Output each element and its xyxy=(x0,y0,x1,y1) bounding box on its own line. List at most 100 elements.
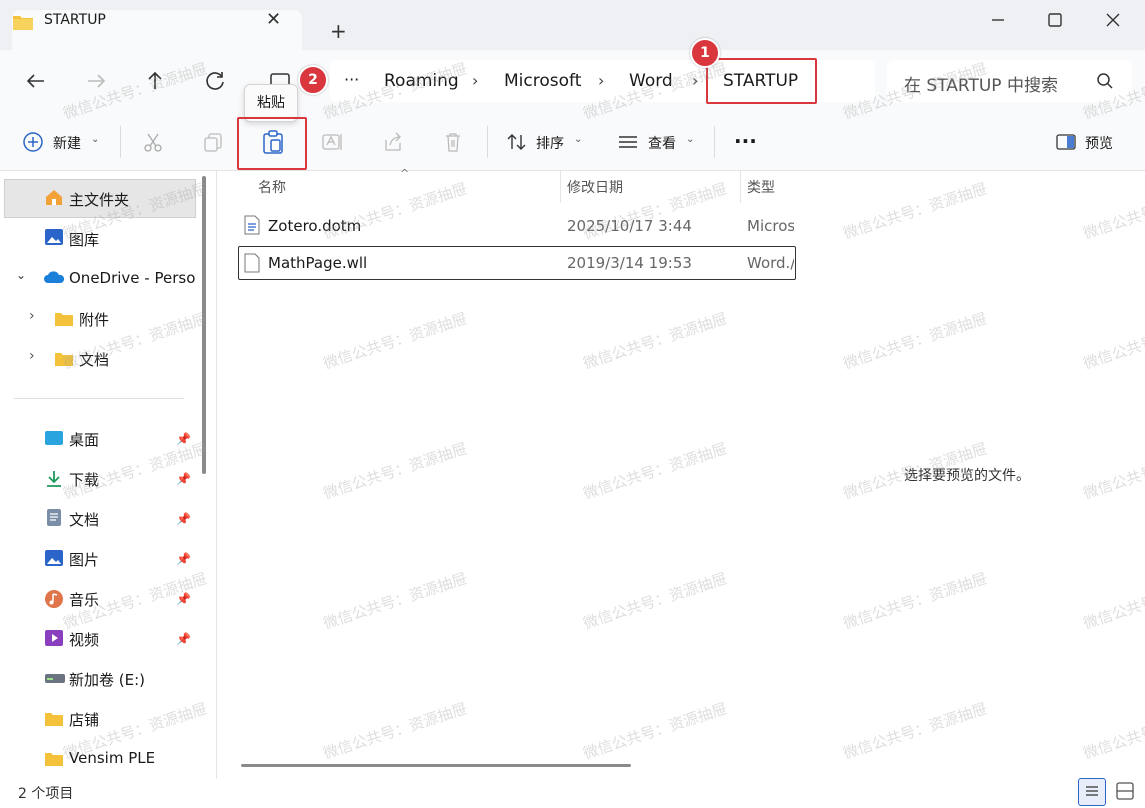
toolbar-divider xyxy=(120,126,121,158)
sidebar-item-desktop[interactable]: 桌面 xyxy=(69,429,99,450)
pin-icon: 📌 xyxy=(176,512,191,526)
sidebar-item-documents[interactable]: 文档 xyxy=(69,509,99,530)
rename-icon[interactable] xyxy=(321,131,345,153)
copy-icon[interactable] xyxy=(202,131,224,153)
word-document-icon xyxy=(244,215,260,235)
folder-icon xyxy=(12,12,34,32)
file-name[interactable]: MathPage.wll xyxy=(268,254,367,272)
command-bar xyxy=(0,112,1145,171)
details-view-toggle[interactable] xyxy=(1078,778,1106,806)
watermark-text: 微信公共号：资源抽屉 xyxy=(581,699,730,763)
details-view-icon xyxy=(1086,786,1098,796)
column-header-type[interactable]: 类型 xyxy=(747,177,775,197)
column-header-name[interactable]: 名称 xyxy=(258,177,286,197)
watermark-text: 微信公共号：资源抽屉 xyxy=(1081,309,1145,373)
chevron-down-icon: ⌄ xyxy=(574,134,583,145)
window-close-icon[interactable] xyxy=(1101,10,1125,30)
plus-circle-icon[interactable] xyxy=(22,131,44,153)
chevron-right-icon[interactable]: › xyxy=(29,308,35,324)
pin-icon: 📌 xyxy=(176,552,191,566)
watermark-text: 微信公共号：资源抽屉 xyxy=(321,569,470,633)
pictures-icon xyxy=(44,549,64,567)
sort-button[interactable]: 排序 xyxy=(536,133,564,153)
back-arrow-icon[interactable] xyxy=(22,67,50,95)
tab-close-icon[interactable]: ✕ xyxy=(266,10,281,30)
column-divider[interactable] xyxy=(740,171,741,203)
up-arrow-icon[interactable] xyxy=(141,67,169,95)
search-icon[interactable] xyxy=(1096,72,1114,90)
document-icon xyxy=(46,508,62,527)
sidebar-item-attachments[interactable]: 附件 xyxy=(79,309,109,330)
chevron-right-icon: › xyxy=(692,71,699,90)
new-button[interactable]: 新建 xyxy=(53,133,81,153)
sidebar-item-music[interactable]: 音乐 xyxy=(69,589,99,610)
tiles-view-icon[interactable] xyxy=(1113,779,1137,803)
forward-arrow-icon[interactable] xyxy=(82,67,110,95)
annotation-badge-1: 1 xyxy=(690,38,720,68)
pin-icon: 📌 xyxy=(176,632,191,646)
watermark-text: 微信公共号：资源抽屉 xyxy=(841,179,990,243)
sidebar-item-shop[interactable]: 店铺 xyxy=(69,709,99,730)
toolbar-divider xyxy=(487,126,488,158)
refresh-icon[interactable] xyxy=(201,67,229,95)
watermark-text: 微信公共号：资源抽屉 xyxy=(1081,699,1145,763)
chevron-down-icon[interactable]: ⌄ xyxy=(16,268,26,282)
sidebar-item-downloads[interactable]: 下载 xyxy=(69,469,99,490)
horizontal-scrollbar[interactable] xyxy=(241,764,631,767)
watermark-text: 微信公共号：资源抽屉 xyxy=(321,699,470,763)
watermark-text: 微信公共号：资源抽屉 xyxy=(581,309,730,373)
cut-icon[interactable] xyxy=(142,131,164,153)
new-tab-button[interactable]: + xyxy=(330,20,347,42)
tab-title: STARTUP xyxy=(44,12,106,28)
annotation-badge-2: 2 xyxy=(298,65,328,95)
breadcrumb-more[interactable]: ··· xyxy=(344,70,359,89)
watermark-text: 微信公共号：资源抽屉 xyxy=(841,569,990,633)
file-name[interactable]: Zotero.dotm xyxy=(268,217,361,235)
chevron-right-icon[interactable]: › xyxy=(29,348,35,364)
preview-pane-icon[interactable] xyxy=(1055,133,1077,151)
sidebar-item-videos[interactable]: 视频 xyxy=(69,629,99,650)
preview-button[interactable]: 预览 xyxy=(1085,133,1113,153)
breadcrumb-microsoft[interactable]: Microsoft xyxy=(504,71,581,91)
sidebar-item-onedrive-documents[interactable]: 文档 xyxy=(79,349,109,370)
folder-icon xyxy=(54,311,74,327)
file-date: 2019/3/14 19:53 xyxy=(567,254,692,272)
sidebar-divider xyxy=(14,398,184,399)
file-icon xyxy=(244,253,260,273)
search-input[interactable]: 在 STARTUP 中搜索 xyxy=(904,71,1058,96)
watermark-text: 微信公共号：资源抽屉 xyxy=(1081,569,1145,633)
delete-icon[interactable] xyxy=(442,131,464,153)
minimize-icon[interactable] xyxy=(986,10,1010,30)
sort-icon[interactable] xyxy=(506,131,528,153)
download-icon xyxy=(44,469,64,487)
column-header-date[interactable]: 修改日期 xyxy=(567,177,623,197)
breadcrumb-roaming[interactable]: Roaming xyxy=(384,71,459,91)
chevron-right-icon: › xyxy=(598,71,605,90)
sidebar-item-onedrive[interactable]: OneDrive - Personal xyxy=(69,269,195,287)
share-icon[interactable] xyxy=(382,131,404,153)
pin-icon: 📌 xyxy=(176,472,191,486)
sidebar-item-home[interactable]: 主文件夹 xyxy=(69,189,129,210)
drive-icon xyxy=(44,671,66,685)
folder-icon xyxy=(44,711,64,727)
view-list-icon[interactable] xyxy=(617,132,639,152)
maximize-icon[interactable] xyxy=(1043,10,1067,30)
sidebar-scrollbar[interactable] xyxy=(202,176,206,474)
watermark-text: 微信公共号：资源抽屉 xyxy=(321,309,470,373)
breadcrumb-word[interactable]: Word xyxy=(629,71,673,91)
watermark-text: 微信公共号：资源抽屉 xyxy=(1081,439,1145,503)
more-options-button[interactable]: ··· xyxy=(734,129,757,153)
music-icon xyxy=(44,589,64,609)
sidebar-item-gallery[interactable]: 图库 xyxy=(69,229,99,250)
view-button[interactable]: 查看 xyxy=(648,133,676,153)
annotation-box-paste xyxy=(237,117,307,170)
preview-empty-text: 选择要预览的文件。 xyxy=(904,468,1030,484)
file-type: Micros xyxy=(747,217,794,235)
column-divider[interactable] xyxy=(560,171,561,203)
sidebar-item-pictures[interactable]: 图片 xyxy=(69,549,99,570)
sidebar-item-drive-e[interactable]: 新加卷 (E:) xyxy=(69,669,145,690)
status-bar xyxy=(0,779,1145,808)
desktop-icon xyxy=(44,430,64,446)
watermark-text: 微信公共号：资源抽屉 xyxy=(581,569,730,633)
sidebar-item-vensim[interactable]: Vensim PLE xyxy=(69,749,155,767)
